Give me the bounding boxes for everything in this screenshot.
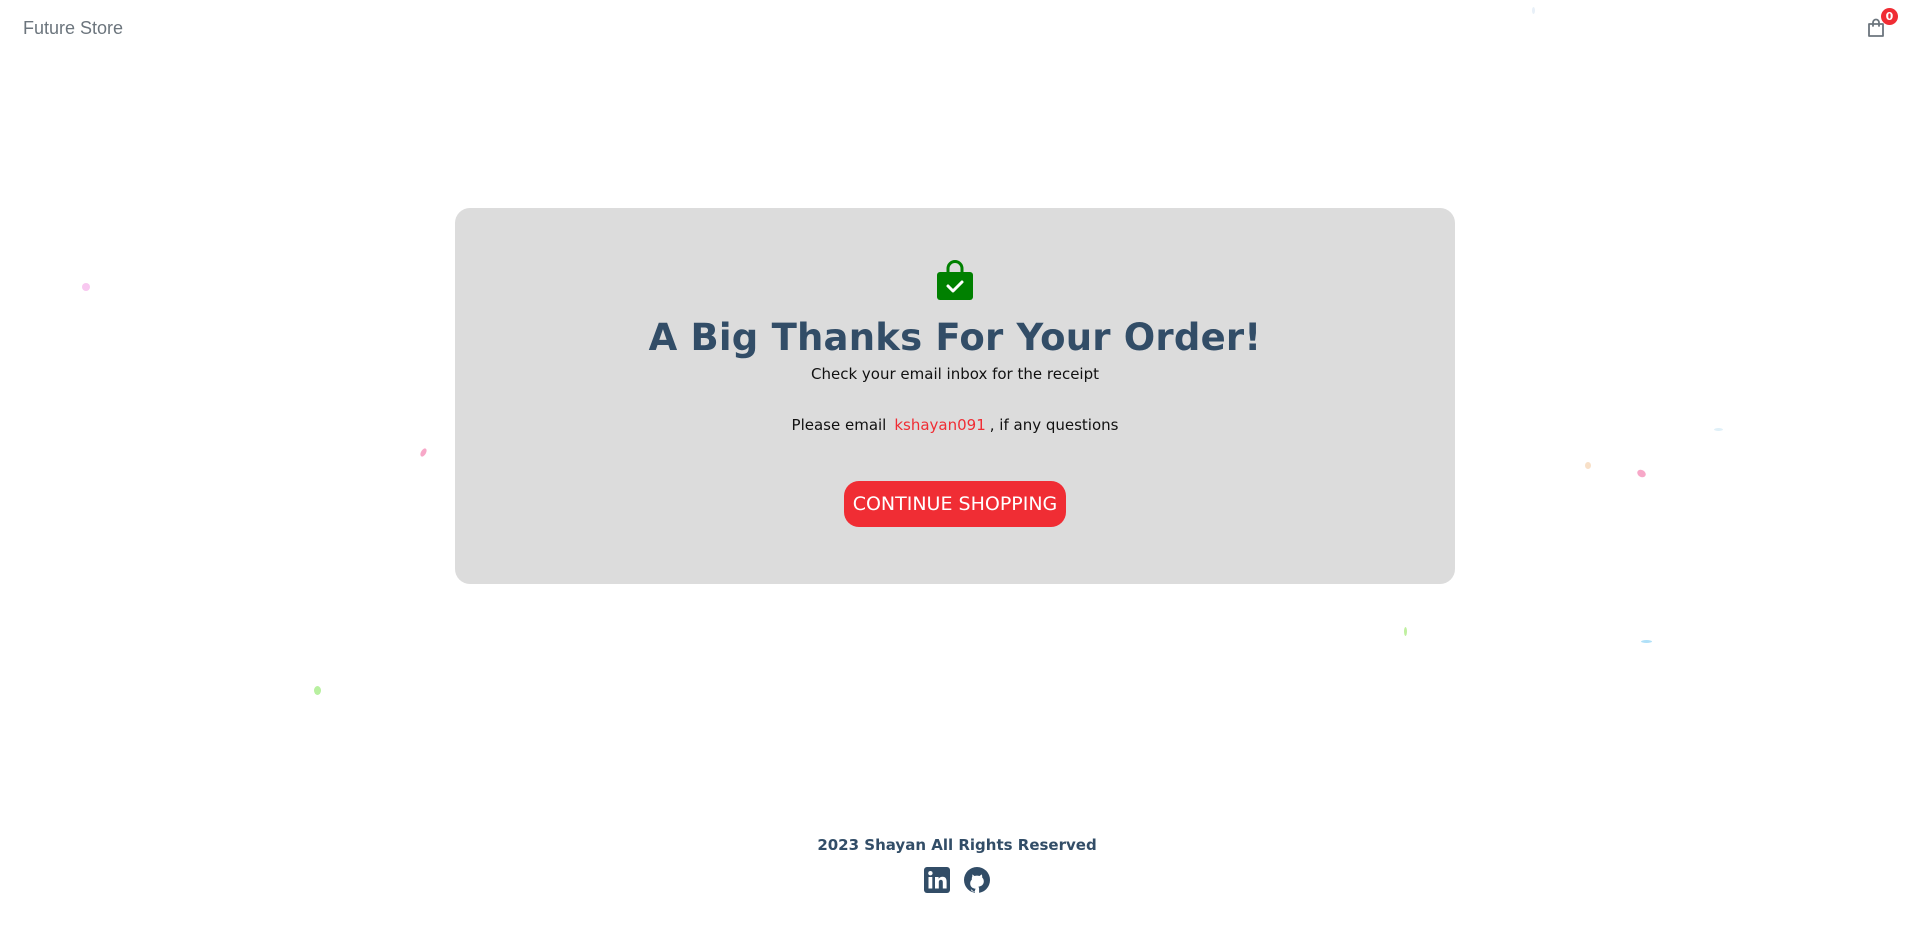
receipt-message: Check your email inbox for the receipt [811, 365, 1099, 383]
copyright-text: 2023 Shayan All Rights Reserved [817, 836, 1097, 854]
confetti-piece [1714, 428, 1723, 431]
confetti-piece [314, 686, 321, 695]
cart-button[interactable]: 0 [1862, 8, 1898, 42]
confetti-piece [419, 447, 428, 458]
confetti-piece [82, 283, 90, 291]
contact-email-link[interactable]: kshayan091 [894, 416, 985, 434]
continue-shopping-button[interactable]: CONTINUE SHOPPING [844, 481, 1066, 527]
store-logo-link[interactable]: Future Store [23, 18, 123, 39]
thank-you-title: A Big Thanks For Your Order! [648, 316, 1262, 359]
navbar: Future Store 0 [0, 0, 1914, 56]
footer: 2023 Shayan All Rights Reserved [0, 836, 1914, 894]
github-icon [964, 867, 990, 894]
contact-prefix: Please email [791, 416, 887, 434]
order-success-card: A Big Thanks For Your Order! Check your … [455, 208, 1455, 584]
github-link[interactable] [963, 866, 991, 894]
cart-count-badge: 0 [1881, 8, 1898, 25]
social-links [923, 866, 991, 894]
contact-line: Please email kshayan091, if any questions [792, 416, 1119, 434]
confetti-piece [1635, 468, 1648, 479]
contact-suffix: , if any questions [989, 416, 1119, 434]
bag-check-icon [937, 260, 973, 300]
confetti-piece [1641, 640, 1652, 643]
linkedin-icon [924, 867, 950, 893]
linkedin-link[interactable] [923, 866, 951, 894]
confetti-piece [1404, 627, 1407, 636]
confetti-piece [1585, 462, 1591, 469]
